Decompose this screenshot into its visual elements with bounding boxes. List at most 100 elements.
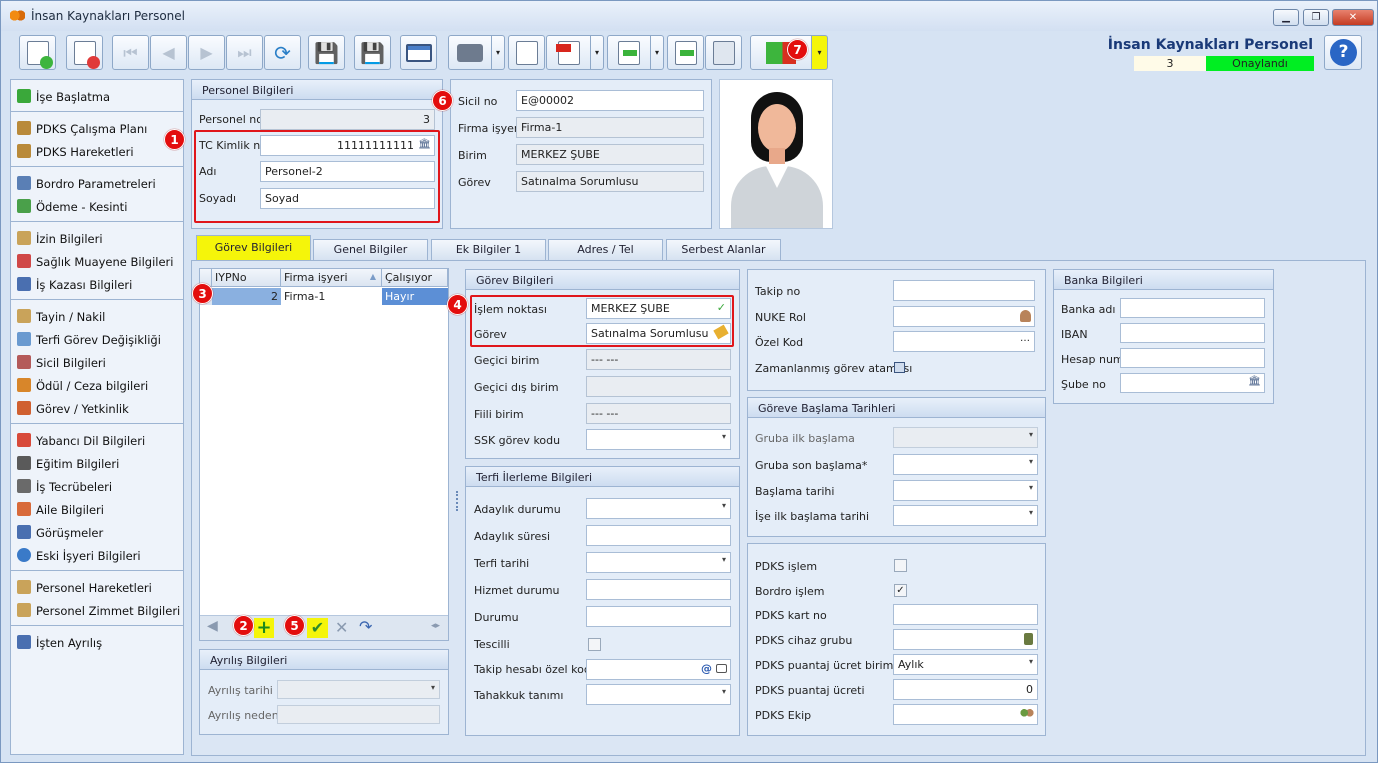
tahakkuk-select[interactable]: ▾ [586, 684, 731, 705]
hesap-num-input[interactable] [1120, 348, 1265, 368]
exit-dropdown[interactable]: ▾ [812, 35, 828, 70]
nuke-rol-input[interactable] [893, 306, 1035, 327]
banka-adi-input[interactable] [1120, 298, 1265, 318]
at-icon[interactable]: @ [701, 662, 712, 675]
personel-photo[interactable] [719, 79, 833, 229]
pdks-kart-input[interactable] [893, 604, 1038, 625]
prev-record-button[interactable]: ◀ [150, 35, 187, 70]
prev-icon: ◀ [162, 43, 175, 62]
sidebar-item-ise-baslatma[interactable]: İşe Başlatma [11, 84, 183, 107]
pdf-button[interactable] [546, 35, 591, 70]
sidebar-item-pdks-hareketleri[interactable]: PDKS Hareketleri [11, 139, 183, 162]
preview-button[interactable] [400, 35, 437, 70]
pdks-ucreti-input[interactable]: 0 [893, 679, 1038, 700]
save-button[interactable]: 💾 [308, 35, 345, 70]
sidebar-item-isten-ayrilis[interactable]: İşten Ayrılış [11, 630, 183, 653]
sidebar-item-aile[interactable]: Aile Bilgileri [11, 497, 183, 520]
import-button[interactable] [667, 35, 704, 70]
sidebar-item-yabanci-dil[interactable]: Yabancı Dil Bilgileri [11, 428, 183, 451]
splitter-handle[interactable] [456, 491, 459, 511]
export-button[interactable] [607, 35, 651, 70]
print-dropdown[interactable]: ▾ [492, 35, 505, 70]
nav-scroll-icon[interactable]: ◂▸ [431, 621, 440, 631]
redo-icon[interactable]: ↷ [359, 617, 372, 636]
zamanlanmis-button[interactable] [894, 362, 905, 373]
sube-no-input[interactable]: 🏛 [1120, 373, 1265, 393]
sicil-no-input[interactable]: E@00002 [516, 90, 704, 111]
pdks-ucret-birimi-select[interactable]: Aylık ▾ [893, 654, 1038, 675]
new-button[interactable] [19, 35, 56, 70]
next-record-button[interactable]: ▶ [188, 35, 225, 70]
durumu-input[interactable] [586, 606, 731, 627]
sidebar-item-gorusmeler[interactable]: Görüşmeler [11, 520, 183, 543]
bank-icon[interactable]: 🏛 [1248, 376, 1261, 387]
delete-button[interactable] [66, 35, 103, 70]
tab-adres-tel[interactable]: Adres / Tel [548, 239, 663, 260]
sidebar-item-egitim[interactable]: Eğitim Bilgileri [11, 451, 183, 474]
last-record-button[interactable]: ⏭ [226, 35, 263, 70]
sidebar-item-odeme-kesinti[interactable]: Ödeme - Kesinti [11, 194, 183, 217]
sidebar-item-is-kazasi[interactable]: İş Kazası Bilgileri [11, 272, 183, 295]
cancel-edit-icon[interactable]: ✕ [335, 618, 348, 637]
gruba-son-select[interactable]: ▾ [893, 454, 1038, 475]
iban-input[interactable] [1120, 323, 1265, 343]
sidebar-item-is-tecrubeleri[interactable]: İş Tecrübeleri [11, 474, 183, 497]
save-close-button[interactable]: 💾 [354, 35, 391, 70]
sidebar-item-terfi-gorev[interactable]: Terfi Görev Değişikliği [11, 327, 183, 350]
tab-serbest-alanlar[interactable]: Serbest Alanlar [666, 239, 781, 260]
device-icon[interactable] [1024, 633, 1033, 645]
tools-button[interactable] [705, 35, 742, 70]
close-button[interactable]: ✕ [1332, 9, 1374, 26]
sidebar-item-pdks-calisma-plani[interactable]: PDKS Çalışma Planı [11, 116, 183, 139]
grid-header-calisiyor[interactable]: Çalışıyor [382, 269, 448, 287]
sidebar-item-gorev-yetkinlik[interactable]: Görev / Yetkinlik [11, 396, 183, 419]
add-button[interactable]: + [254, 618, 274, 638]
pdks-cihaz-input[interactable] [893, 629, 1038, 650]
hizmet-durumu-input[interactable] [586, 579, 731, 600]
help-button[interactable]: ? [1324, 35, 1362, 70]
first-record-button[interactable]: ⏮ [112, 35, 149, 70]
table-row[interactable]: 2 Firma-1 Hayır [200, 288, 448, 305]
adaylik-durumu-select[interactable]: ▾ [586, 498, 731, 519]
pdks-ekip-input[interactable] [893, 704, 1038, 725]
adaylik-suresi-input[interactable] [586, 525, 731, 546]
terfi-tarihi-select[interactable]: ▾ [586, 552, 731, 573]
tab-genel-bilgiler[interactable]: Genel Bilgiler [313, 239, 428, 260]
person-lookup-icon[interactable] [1020, 310, 1031, 322]
sidebar-item-odul-ceza[interactable]: Ödül / Ceza bilgileri [11, 373, 183, 396]
export-dropdown[interactable]: ▾ [651, 35, 664, 70]
sidebar-item-sicil-bilgileri[interactable]: Sicil Bilgileri [11, 350, 183, 373]
sidebar-item-eski-isyeri[interactable]: Eski İşyeri Bilgileri [11, 543, 183, 566]
takip-hesabi-input[interactable]: @ [586, 659, 731, 680]
nav-prev-icon[interactable]: ◀ [207, 618, 218, 634]
confirm-button[interactable]: ✔ [307, 618, 328, 638]
team-icon[interactable] [1020, 708, 1034, 720]
tescilli-checkbox[interactable] [588, 638, 601, 651]
tescilli-label: Tescilli [474, 638, 510, 651]
pdf-dropdown[interactable]: ▾ [591, 35, 604, 70]
sidebar-item-saglik-muayene[interactable]: Sağlık Muayene Bilgileri [11, 249, 183, 272]
ssk-gorev-select[interactable]: ▾ [586, 429, 731, 450]
lookup-icon[interactable] [716, 664, 727, 673]
ozel-kod-input[interactable]: … [893, 331, 1035, 352]
sidebar-item-tayin-nakil[interactable]: Tayin / Nakil [11, 304, 183, 327]
sidebar-item-izin-bilgileri[interactable]: İzin Bilgileri [11, 226, 183, 249]
refresh-button[interactable]: ⟳ [264, 35, 301, 70]
pdks-islem-checkbox[interactable] [894, 559, 907, 572]
tab-ek-bilgiler[interactable]: Ek Bilgiler 1 [431, 239, 546, 260]
attach-button[interactable] [508, 35, 545, 70]
print-button[interactable] [448, 35, 492, 70]
sidebar-item-personel-zimmet[interactable]: Personel Zimmet Bilgileri [11, 598, 183, 621]
ise-ilk-select[interactable]: ▾ [893, 505, 1038, 526]
grid-header-firma[interactable]: Firma işyeri ▲ [281, 269, 382, 287]
minimize-button[interactable]: ▁ [1273, 9, 1299, 26]
restore-button[interactable]: ❐ [1303, 9, 1329, 26]
sidebar-item-personel-hareketleri[interactable]: Personel Hareketleri [11, 575, 183, 598]
grid-header-iypno[interactable]: IYPNo [212, 269, 281, 287]
bordro-islem-checkbox[interactable]: ✓ [894, 584, 907, 597]
takip-no-input[interactable] [893, 280, 1035, 301]
tab-gorev-bilgileri[interactable]: Görev Bilgileri [196, 235, 311, 261]
sidebar-item-bordro-parametreleri[interactable]: Bordro Parametreleri [11, 171, 183, 194]
ellipsis-icon[interactable]: … [1020, 333, 1030, 344]
baslama-tarihi-select[interactable]: ▾ [893, 480, 1038, 501]
